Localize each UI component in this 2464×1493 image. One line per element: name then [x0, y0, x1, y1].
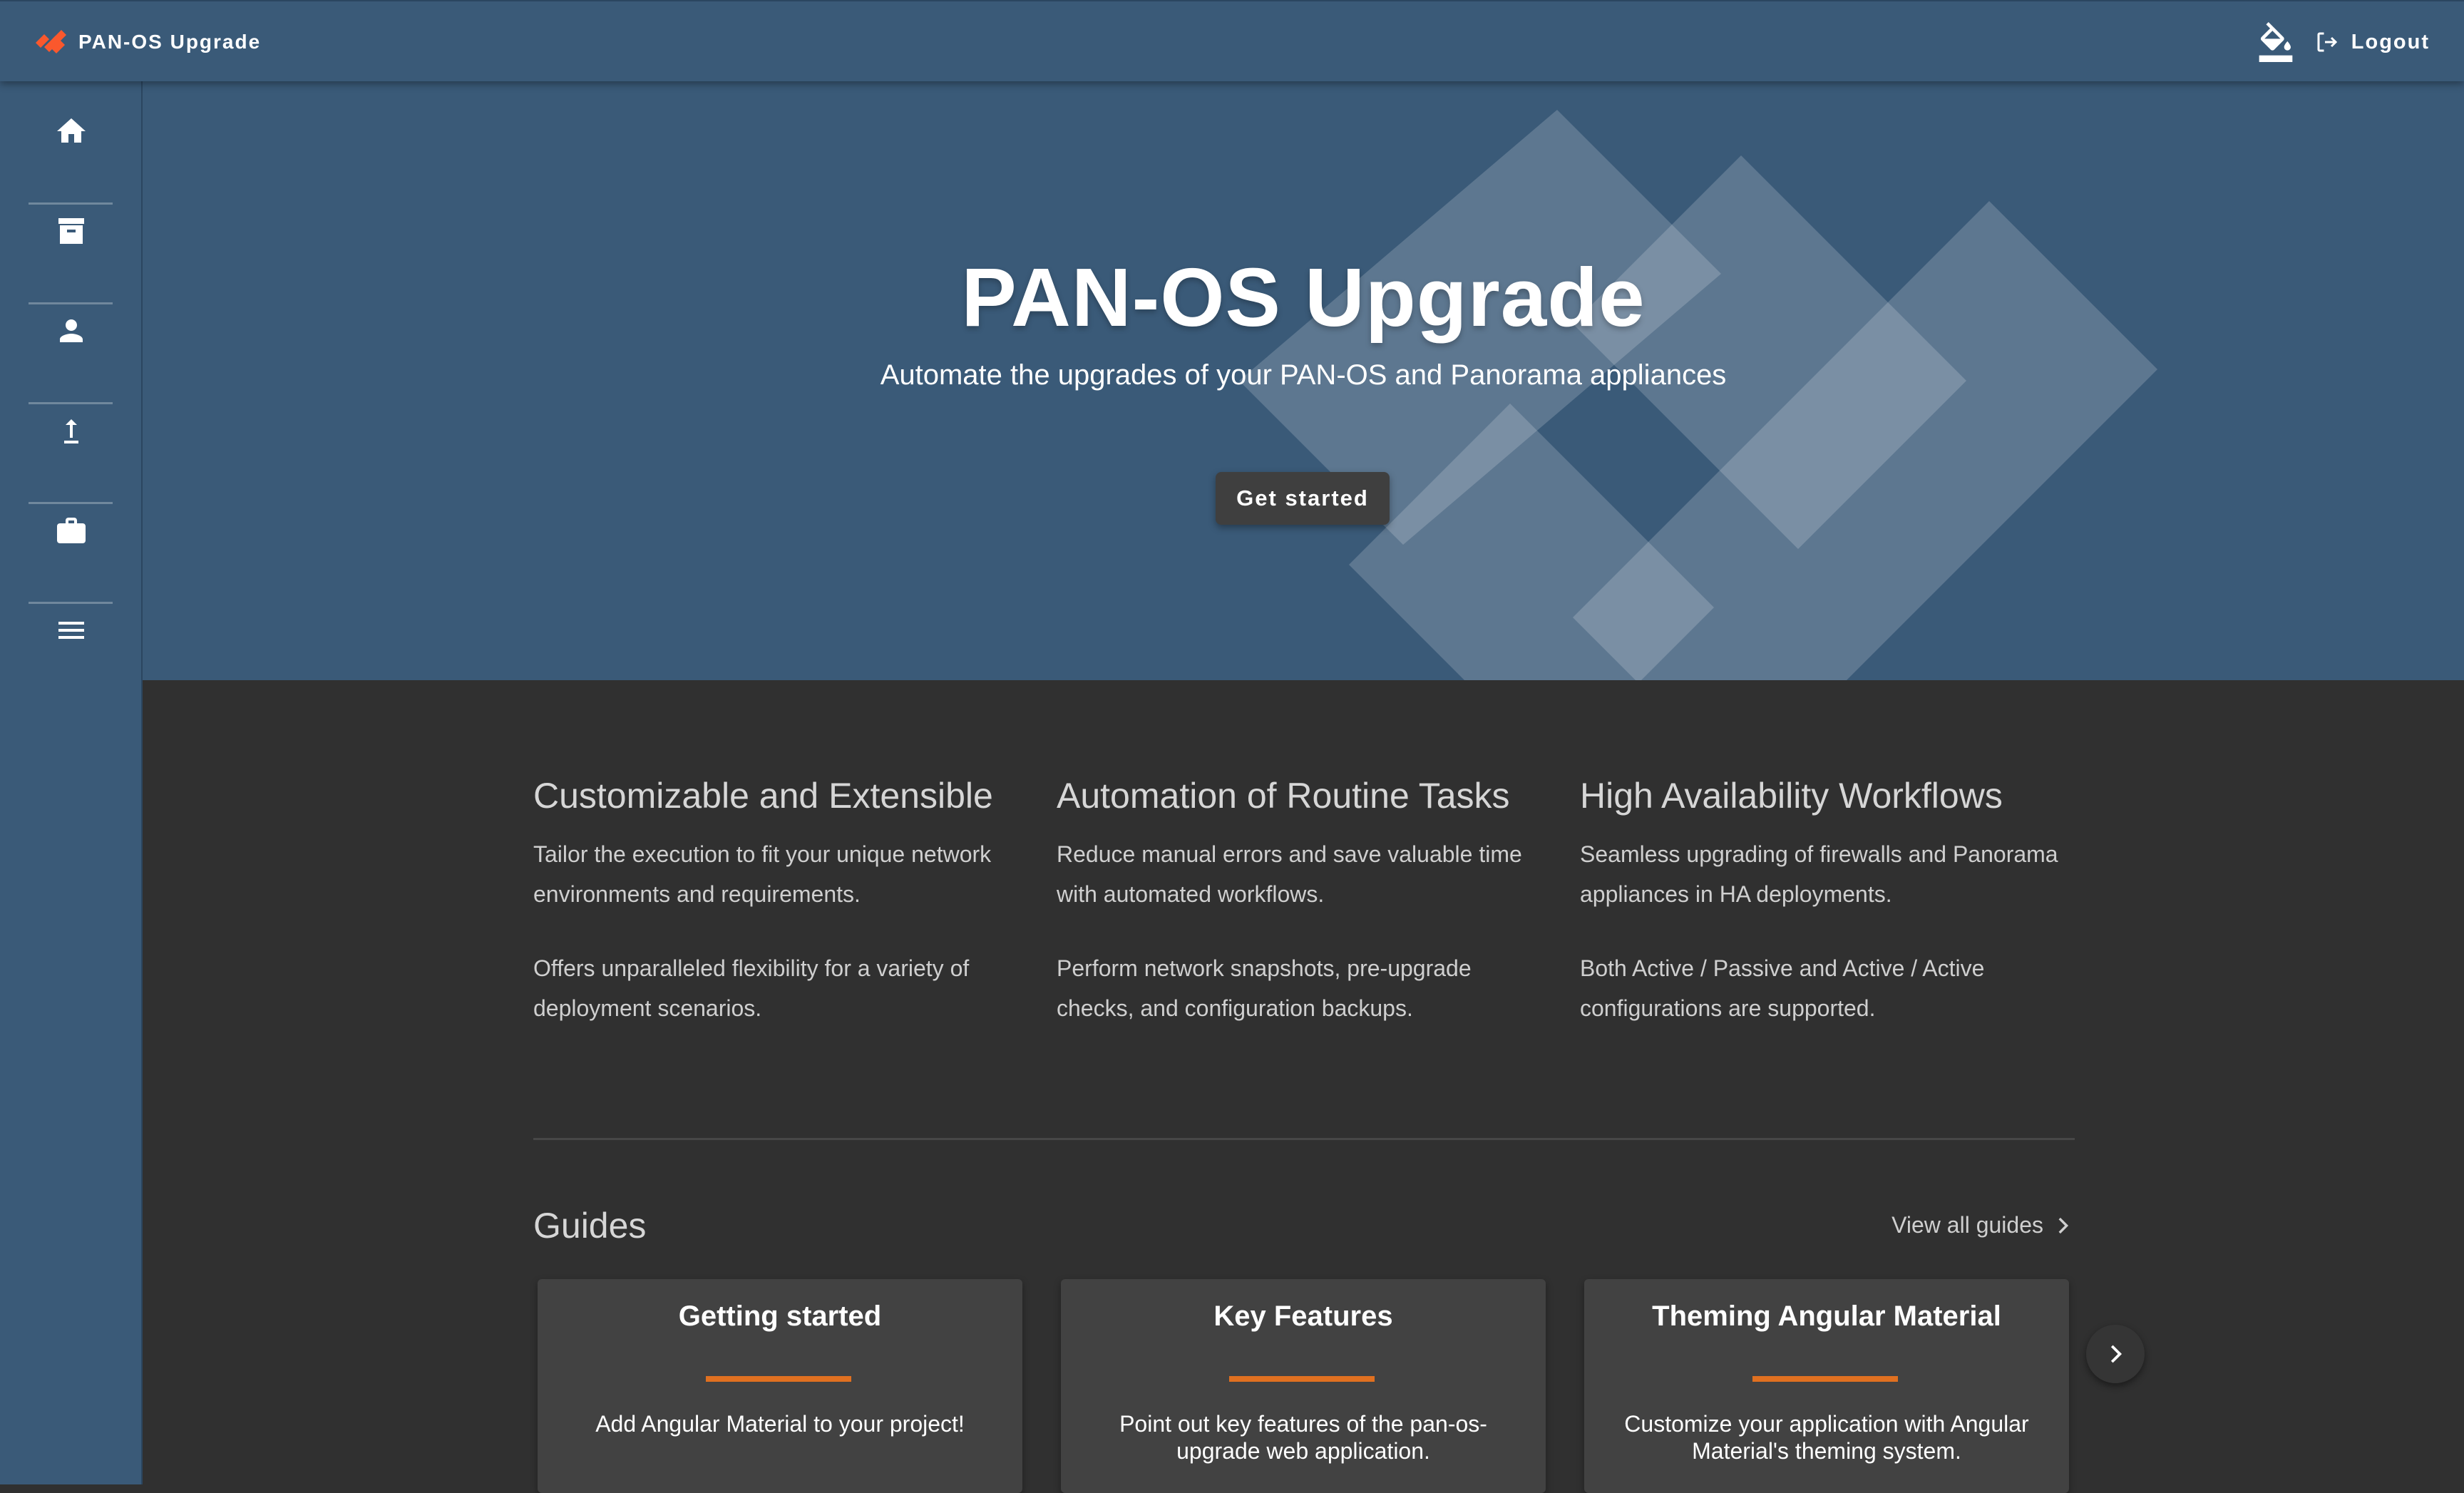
guide-card[interactable]: Getting started Add Angular Material to … [538, 1279, 1022, 1493]
feature-title: High Availability Workflows [1580, 776, 2003, 816]
feature-description: Reduce manual errors and save valuable t… [1057, 841, 1522, 907]
guide-card-title: Theming Angular Material [1652, 1300, 2001, 1332]
feature-card: Customizable and Extensible Tailor the e… [533, 773, 1025, 1028]
person-icon [60, 319, 83, 342]
sidebar-item-menu[interactable] [0, 580, 143, 680]
view-all-guides-label: View all guides [1891, 1212, 2043, 1238]
guide-card-title: Getting started [678, 1300, 882, 1332]
hero-banner: PAN-OS Upgrade Automate the upgrades of … [143, 81, 2464, 680]
sidebar-item-jobs[interactable] [0, 481, 143, 580]
chevron-right-icon [2110, 1345, 2122, 1363]
sidebar-item-upgrade[interactable] [0, 381, 143, 481]
paloalto-logo-icon [36, 30, 66, 53]
toolbar-actions: Logout [2253, 1, 2430, 83]
sidebar-item-profiles[interactable] [0, 281, 143, 381]
feature-title: Automation of Routine Tasks [1057, 776, 1510, 816]
sidebar-item-home[interactable] [0, 81, 143, 181]
feature-description: Perform network snapshots, pre-upgrade c… [1057, 955, 1472, 1021]
features-section: Customizable and Extensible Tailor the e… [533, 773, 2102, 1044]
feature-title: Customizable and Extensible [533, 776, 993, 816]
app-title: PAN-OS Upgrade [78, 31, 262, 53]
hero-title: PAN-OS Upgrade [961, 251, 1646, 344]
feature-description: Both Active / Passive and Active / Activ… [1580, 955, 1985, 1021]
guide-card[interactable]: Theming Angular Material Customize your … [1584, 1279, 2069, 1493]
home-icon [57, 118, 86, 143]
feature-card: High Availability Workflows Seamless upg… [1580, 773, 2072, 1028]
format-color-fill-icon [2259, 22, 2293, 62]
guide-card-description: Point out key features of the pan-os-upg… [1119, 1411, 1487, 1464]
guide-card-description: Customize your application with Angular … [1624, 1411, 2029, 1464]
section-divider [533, 1138, 2075, 1140]
chevron-right-icon [2058, 1217, 2069, 1233]
top-toolbar: PAN-OS Upgrade Logout [0, 0, 2464, 81]
guide-card-accent-bar [1229, 1376, 1375, 1382]
carousel-next-button[interactable] [2086, 1325, 2145, 1383]
get-started-button[interactable]: Get started [1216, 472, 1390, 525]
feature-description: Tailor the execution to fit your unique … [533, 841, 992, 907]
logout-label: Logout [2351, 30, 2430, 53]
hero-subtitle: Automate the upgrades of your PAN-OS and… [880, 359, 1727, 391]
guide-card[interactable]: Key Features Point out key features of t… [1061, 1279, 1546, 1493]
guide-card-accent-bar [1752, 1376, 1898, 1382]
main-content: Customizable and Extensible Tailor the e… [143, 680, 2464, 1493]
theme-toggle-button[interactable] [2253, 19, 2299, 65]
feature-description: Seamless upgrading of firewalls and Pano… [1580, 841, 2058, 907]
guide-card-description: Add Angular Material to your project! [595, 1411, 965, 1437]
sidebar-nav [0, 81, 143, 1484]
guide-card-title: Key Features [1213, 1300, 1393, 1332]
sidebar-item-inventory[interactable] [0, 181, 143, 281]
feature-description: Offers unparalleled flexibility for a va… [533, 955, 970, 1021]
view-all-guides-link[interactable]: View all guides [1891, 1212, 2075, 1238]
logout-button[interactable]: Logout [2314, 29, 2430, 55]
menu-icon [58, 622, 84, 639]
upload-icon [64, 419, 78, 443]
archive-icon [58, 218, 84, 244]
logout-icon [2317, 32, 2337, 52]
brand[interactable]: PAN-OS Upgrade [34, 1, 261, 83]
feature-card: Automation of Routine Tasks Reduce manua… [1057, 773, 1549, 1028]
guides-title: Guides [533, 1206, 647, 1246]
work-icon [57, 518, 86, 543]
guide-card-accent-bar [706, 1376, 851, 1382]
